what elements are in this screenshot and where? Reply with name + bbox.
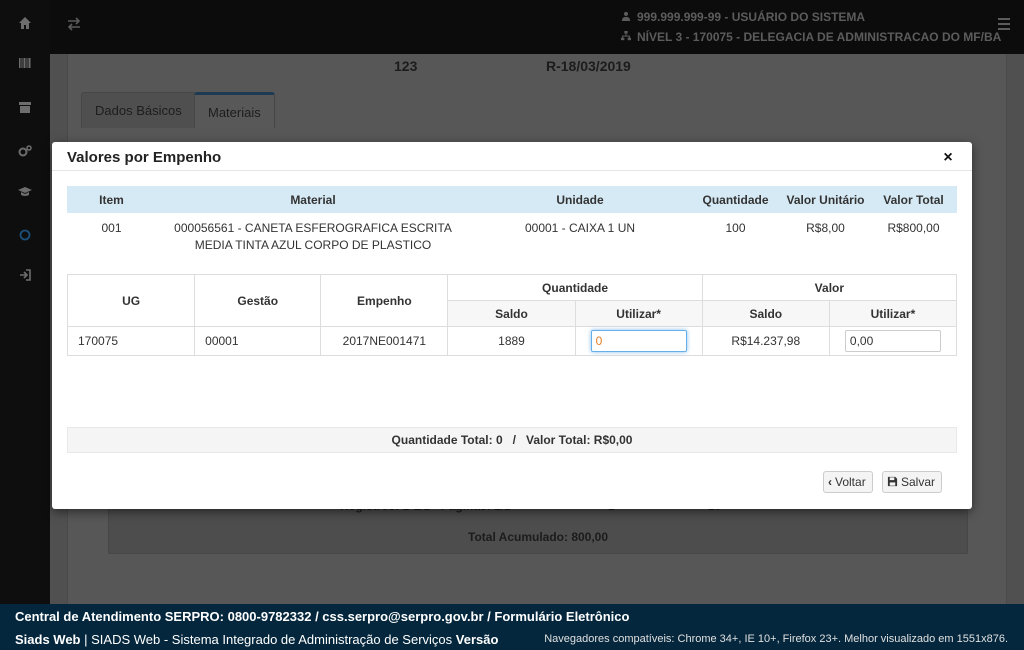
cell-item: 001 [101,221,122,235]
material-table: Item Material Unidade Quantidade Valor U… [67,186,957,261]
valor-utilizar-input[interactable] [844,330,941,352]
user-icon [621,10,633,24]
user-info: 999.999.999-99 - USUÁRIO DO SISTEMA [621,10,865,24]
col-group-valor: Valor [701,274,958,301]
footer-versao-link[interactable]: Versão [456,632,499,647]
cogs-icon[interactable] [15,141,35,159]
footer: Central de Atendimento SERPRO: 0800-9782… [0,604,1024,650]
exchange-icon[interactable] [66,16,82,32]
col-valor-total: Valor Total [870,186,957,213]
circle-icon[interactable] [15,225,35,243]
cell-valor-total: R$800,00 [887,221,940,235]
col-unidade: Unidade [470,186,690,213]
col-material: Material [156,186,470,213]
barcode-icon[interactable] [15,53,35,71]
quantidade-utilizar-input[interactable] [590,330,687,352]
unit-info: NÍVEL 3 - 170075 - DELEGACIA DE ADMINIST… [621,30,1001,44]
modal-title: Valores por Empenho [67,149,222,166]
bg-field-reference: R-18/03/2019 [546,58,631,74]
cell-ug: 170075 [66,326,196,356]
col-gestao: Gestão [194,274,322,327]
cell-qtd-saldo: 1889 [447,326,576,356]
sign-in-icon[interactable] [15,265,35,283]
footer-browser-note: Navegadores compatíveis: Chrome 34+, IE … [544,633,1008,645]
bg-total-acumulado: Total Acumulado: 800,00 [468,530,609,544]
tab-materiais[interactable]: Materiais [194,92,275,128]
table-row: 170075 00001 2017NE001471 1889 R$14.237,… [66,326,958,356]
col-empenho: Empenho [320,274,449,327]
cell-valor-utilizar-wrap [828,326,958,356]
table-row: 001 000056561 - CANETA ESFEROGRAFICA ESC… [67,213,957,261]
close-icon[interactable]: × [942,150,954,166]
footer-system-name: | SIADS Web - Sistema Integrado de Admin… [80,632,456,647]
cell-quantidade: 100 [725,221,746,235]
cell-valor-unitario: R$8,00 [806,221,845,235]
cell-empenho: 2017NE001471 [320,326,449,356]
col-quantidade: Quantidade [690,186,781,213]
valores-por-empenho-modal: Valores por Empenho × Item Material Unid… [52,142,972,509]
cell-unidade: 00001 - CAIXA 1 UN [524,221,636,235]
col-group-quantidade: Quantidade [447,274,703,301]
footer-system-info: Siads Web | SIADS Web - Sistema Integrad… [15,632,498,647]
sitemap-icon [621,30,633,44]
floppy-disk-icon [887,472,898,492]
salvar-button[interactable]: Salvar [882,471,943,493]
col-qtd-utilizar: Utilizar* [574,300,703,327]
chevron-left-icon: ‹ [828,475,832,489]
footer-brand: Siads Web [15,632,81,647]
modal-header: Valores por Empenho × [52,142,972,171]
empenho-table: UG Gestão Empenho Quantidade Valor Saldo… [66,274,958,356]
cell-material: 000056561 - CANETA ESFEROGRAFICA ESCRITA… [174,221,452,252]
totals-bar: Quantidade Total: 0 / Valor Total: R$0,0… [67,427,957,453]
col-qtd-saldo: Saldo [447,300,576,327]
hamburger-menu-icon[interactable] [998,18,1010,30]
cell-valor-saldo: R$14.237,98 [701,326,830,356]
sidebar [0,0,50,604]
top-header: 999.999.999-99 - USUÁRIO DO SISTEMA NÍVE… [50,0,1024,54]
archive-icon[interactable] [15,97,35,115]
col-ug: UG [66,274,196,327]
col-valor-unitario: Valor Unitário [781,186,870,213]
bg-field-number: 123 [394,58,418,74]
col-item: Item [67,186,156,213]
tab-dados-basicos[interactable]: Dados Básicos [81,92,196,128]
home-icon[interactable] [15,13,35,31]
col-valor-saldo: Saldo [701,300,830,327]
cell-qtd-utilizar-wrap [574,326,703,356]
footer-central-atendimento: Central de Atendimento SERPRO: 0800-9782… [15,609,630,624]
col-valor-utilizar: Utilizar* [828,300,958,327]
totals-text: Quantidade Total: 0 / Valor Total: R$0,0… [391,433,633,447]
voltar-button[interactable]: ‹ Voltar [823,471,873,493]
cell-gestao: 00001 [194,326,322,356]
graduation-cap-icon[interactable] [15,181,35,199]
